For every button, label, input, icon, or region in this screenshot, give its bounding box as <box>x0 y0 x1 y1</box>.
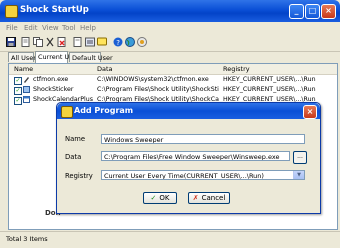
data-label: Data <box>65 153 82 161</box>
title-bar[interactable]: Shock StartUp _ □ × <box>0 0 340 22</box>
column-data[interactable]: Data <box>97 65 113 73</box>
chevron-down-icon[interactable]: ▼ <box>293 171 304 179</box>
comment-icon[interactable] <box>97 37 107 47</box>
tab-all-user[interactable]: All User <box>8 52 36 62</box>
list-header: Name Data Registry <box>9 64 337 75</box>
dialog-close-button[interactable]: × <box>303 105 317 119</box>
name-label: Name <box>65 135 86 143</box>
cancel-label: Cancel <box>201 194 226 202</box>
sticker-icon <box>23 86 30 93</box>
main-window: Shock StartUp _ □ × File Edit View Tool … <box>0 0 340 248</box>
menu-help[interactable]: Help <box>80 24 96 32</box>
tab-current-user[interactable]: Current User <box>35 51 79 63</box>
globe-icon[interactable] <box>125 37 135 47</box>
add-icon[interactable] <box>73 37 83 47</box>
browse-button[interactable]: ... <box>293 151 307 164</box>
properties-icon[interactable] <box>85 37 95 47</box>
program-icon <box>24 77 29 83</box>
save-icon[interactable] <box>6 37 16 47</box>
dialog-title-bar[interactable]: Add Program × <box>57 103 320 119</box>
maximize-button[interactable]: □ <box>305 4 320 19</box>
dialog-app-icon <box>61 106 73 118</box>
window-title: Shock StartUp <box>20 5 89 15</box>
menu-view[interactable]: View <box>42 24 59 32</box>
item-registry: HKEY_CURRENT_USER\...\Run <box>223 76 316 83</box>
item-checkbox[interactable]: ✓ <box>14 77 22 85</box>
app-icon <box>5 5 18 18</box>
copy-icon[interactable] <box>33 37 43 47</box>
status-bar: Total 3 Items <box>0 231 340 248</box>
cancel-button[interactable]: ✗ Cancel <box>188 192 230 204</box>
close-button[interactable]: × <box>321 4 336 19</box>
dialog-title: Add Program <box>74 106 134 115</box>
item-name: ShockSticker <box>33 86 74 93</box>
delete-icon[interactable] <box>57 37 67 47</box>
item-checkbox[interactable]: ✓ <box>14 87 22 95</box>
registry-selected-value: Current User Every Time(CURRENT_USER\...… <box>104 172 264 180</box>
item-registry: HKEY_CURRENT_USER\...\Run <box>223 86 316 93</box>
data-input[interactable]: C:\Program Files\Free Window Sweeper\Win… <box>101 151 290 161</box>
ok-label: OK <box>159 194 170 202</box>
svg-text:?: ? <box>116 39 120 47</box>
column-registry[interactable]: Registry <box>223 65 250 73</box>
open-icon[interactable] <box>21 37 31 47</box>
status-text: Total 3 Items <box>6 235 48 243</box>
menu-tool[interactable]: Tool <box>62 24 76 32</box>
item-data: C:\Program Files\Shock Utility\ShockStic… <box>97 86 219 93</box>
add-program-dialog: Add Program × Name Windows Sweeper Data … <box>56 102 321 214</box>
list-item[interactable]: ✓ ShockSticker C:\Program Files\Shock Ut… <box>9 86 337 95</box>
menu-file[interactable]: File <box>6 24 18 32</box>
name-input[interactable]: Windows Sweeper <box>101 134 305 144</box>
cross-icon: ✗ <box>192 194 199 202</box>
toolbar: ? <box>0 35 340 52</box>
item-data: C:\WINDOWS\system32\ctfmon.exe <box>97 76 209 83</box>
cut-icon[interactable] <box>45 37 55 47</box>
help-icon[interactable]: ? <box>113 37 123 47</box>
calendar-icon <box>23 96 30 103</box>
minimize-button[interactable]: _ <box>289 4 304 19</box>
item-name: ctfmon.exe <box>33 76 69 83</box>
tab-default-user[interactable]: Default User <box>69 52 113 62</box>
check-icon: ✓ <box>150 194 157 202</box>
ok-button[interactable]: ✓ OK <box>143 192 177 204</box>
menu-bar: File Edit View Tool Help <box>0 22 340 34</box>
menu-edit[interactable]: Edit <box>24 24 38 32</box>
column-name[interactable]: Name <box>14 65 33 73</box>
list-item[interactable]: ✓ ctfmon.exe C:\WINDOWS\system32\ctfmon.… <box>9 76 337 85</box>
registry-select[interactable]: Current User Every Time(CURRENT_USER\...… <box>101 170 305 180</box>
registry-label: Registry <box>65 172 93 180</box>
about-icon[interactable] <box>137 37 147 47</box>
item-checkbox[interactable]: ✓ <box>14 97 22 105</box>
